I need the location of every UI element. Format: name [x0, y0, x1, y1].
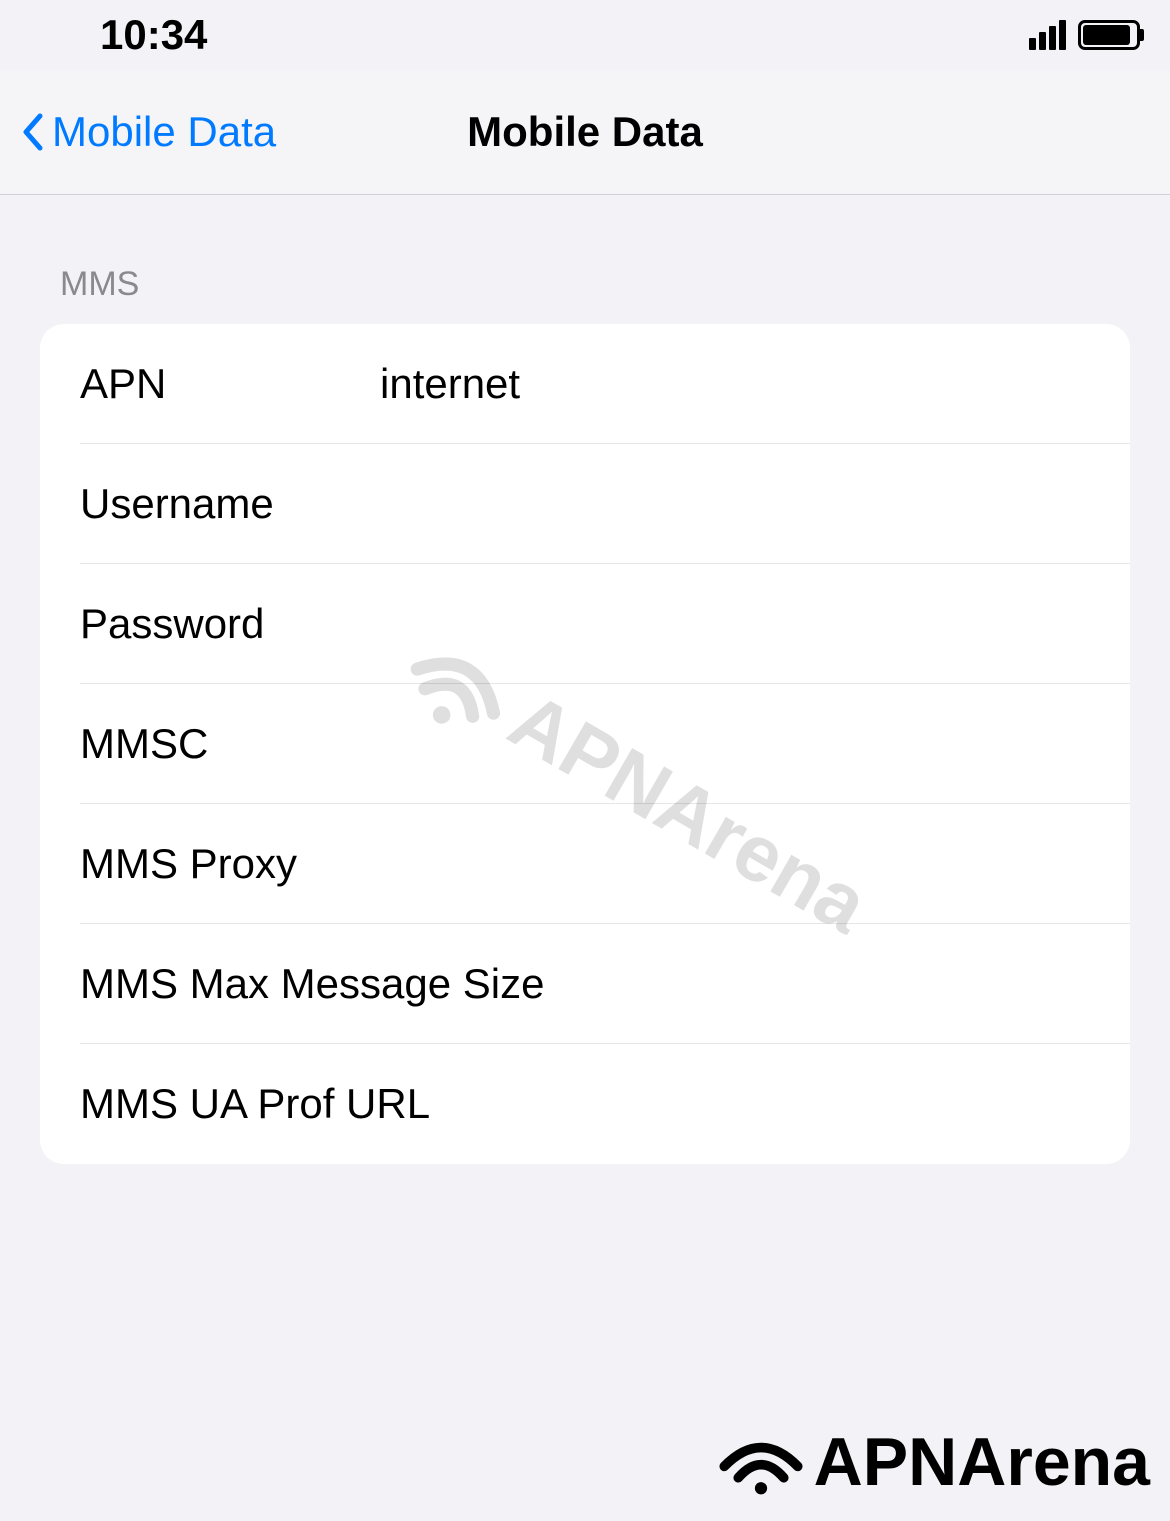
status-time: 10:34 [100, 11, 207, 59]
row-apn[interactable]: APN [40, 324, 1130, 444]
label-password: Password [80, 600, 380, 648]
label-apn: APN [80, 360, 380, 408]
label-username: Username [80, 480, 380, 528]
input-apn[interactable] [380, 360, 1090, 408]
label-mms-ua-prof: MMS UA Prof URL [80, 1080, 430, 1128]
back-button[interactable]: Mobile Data [20, 108, 276, 156]
battery-icon [1078, 20, 1140, 50]
footer-logo: APNArena [716, 1423, 1150, 1501]
wifi-icon [716, 1427, 806, 1497]
row-mms-ua-prof[interactable]: MMS UA Prof URL [40, 1044, 1130, 1164]
label-mms-max-size: MMS Max Message Size [80, 960, 544, 1008]
row-username[interactable]: Username [40, 444, 1130, 564]
input-username[interactable] [380, 480, 1090, 528]
label-mmsc: MMSC [80, 720, 380, 768]
chevron-left-icon [20, 112, 44, 152]
label-mms-proxy: MMS Proxy [80, 840, 380, 888]
status-bar: 10:34 [0, 0, 1170, 70]
page-title: Mobile Data [467, 108, 703, 156]
row-mmsc[interactable]: MMSC [40, 684, 1130, 804]
navigation-bar: Mobile Data Mobile Data [0, 70, 1170, 195]
row-password[interactable]: Password [40, 564, 1130, 684]
settings-group-mms: APN Username Password MMSC MMS Proxy MMS… [40, 324, 1130, 1164]
content-area: MMS APN Username Password MMSC MMS Proxy [0, 195, 1170, 1164]
footer-logo-text: APNArena [814, 1423, 1150, 1501]
section-header: MMS [40, 195, 1130, 324]
cellular-signal-icon [1029, 20, 1066, 50]
row-mms-max-size[interactable]: MMS Max Message Size [40, 924, 1130, 1044]
input-mmsc[interactable] [380, 720, 1090, 768]
input-password[interactable] [380, 600, 1090, 648]
status-indicators [1029, 20, 1140, 50]
input-mms-proxy[interactable] [380, 840, 1090, 888]
row-mms-proxy[interactable]: MMS Proxy [40, 804, 1130, 924]
back-label: Mobile Data [52, 108, 276, 156]
